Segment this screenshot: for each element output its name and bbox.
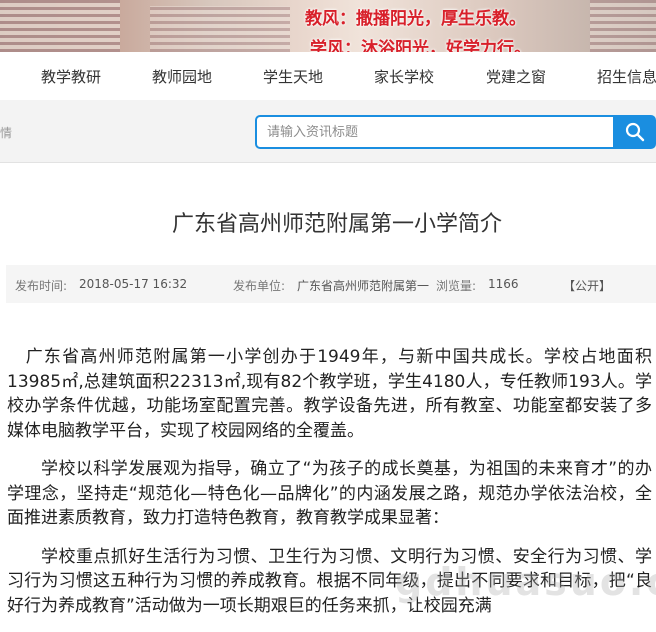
article-meta-bar: 发布时间: 2018-05-17 16:32 发布单位: 广东省高州师范附属第一… bbox=[6, 265, 656, 303]
banner-photo-building-left bbox=[0, 0, 120, 52]
banner-photo-building-middle bbox=[150, 6, 290, 52]
visibility-badge: 【公开】 bbox=[563, 279, 612, 293]
breadcrumb-fragment: 情 bbox=[0, 126, 13, 140]
views-count: 1166 bbox=[488, 277, 519, 291]
article-title: 广东省高州师范附属第一小学简介 bbox=[171, 212, 502, 237]
views-label: 浏览量: bbox=[436, 279, 477, 293]
publish-time-label: 发布时间: bbox=[15, 279, 68, 293]
article-paragraph: 广东省高州师范附属第一小学创办于1949年，与新中国共成长。学校占地面积1398… bbox=[7, 347, 652, 441]
banner-photo-building-right bbox=[590, 0, 656, 52]
search-bar: 情 bbox=[0, 100, 656, 163]
banner-motto-teachers: 教风：撒播阳光，厚生乐教。 bbox=[305, 9, 526, 29]
nav-item-party-building[interactable]: 党建之窗 bbox=[486, 52, 546, 100]
nav-item-students[interactable]: 学生天地 bbox=[263, 52, 323, 100]
publisher-label: 发布单位: bbox=[233, 279, 286, 293]
publish-time: 2018-05-17 16:32 bbox=[79, 277, 188, 291]
publisher: 广东省高州师范附属第一 bbox=[297, 279, 430, 293]
article-paragraph: 学校以科学发展观为指导，确立了“为孩子的成长奠基，为祖国的未来育才”的办学理念，… bbox=[7, 459, 652, 528]
search-button[interactable] bbox=[615, 115, 656, 149]
main-nav: 教学教研 教师园地 学生天地 家长学校 党建之窗 招生信息 bbox=[0, 52, 656, 101]
nav-item-parents-school[interactable]: 家长学校 bbox=[374, 52, 434, 100]
search-input[interactable] bbox=[255, 115, 615, 149]
header-banner: 教风：撒播阳光，厚生乐教。 学风：沐浴阳光，好学力行。 bbox=[0, 0, 656, 52]
nav-item-teaching-research[interactable]: 教学教研 bbox=[41, 52, 101, 100]
nav-item-teachers[interactable]: 教师园地 bbox=[152, 52, 212, 100]
nav-item-enrollment[interactable]: 招生信息 bbox=[597, 52, 656, 100]
search-icon bbox=[625, 122, 645, 142]
watermark: gdhuasuo.com bbox=[395, 560, 656, 604]
banner-motto-students: 学风：沐浴阳光，好学力行。 bbox=[310, 39, 531, 52]
